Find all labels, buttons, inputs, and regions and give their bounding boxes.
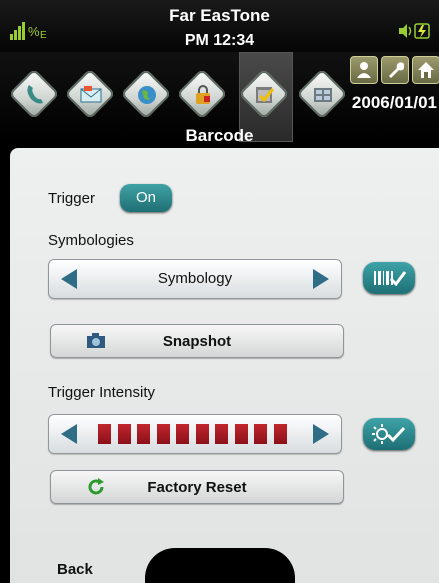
intensity-segment xyxy=(137,424,150,444)
messaging-app-icon[interactable] xyxy=(64,68,116,120)
snapshot-label: Snapshot xyxy=(162,333,232,350)
factory-reset-button[interactable]: Factory Reset xyxy=(50,470,344,504)
trigger-toggle[interactable]: On xyxy=(120,184,172,212)
barcode-app-icon[interactable] xyxy=(238,68,290,120)
intensity-segment xyxy=(254,424,267,444)
speaker-icon xyxy=(399,23,430,39)
bottom-notch xyxy=(145,548,295,583)
trigger-label: Trigger xyxy=(48,190,95,207)
intensity-segment xyxy=(234,424,248,444)
symbologies-label: Symbologies xyxy=(48,232,134,249)
phone-app-icon[interactable] xyxy=(8,68,60,120)
next-arrow-icon[interactable] xyxy=(313,269,329,289)
snapshot-button[interactable]: Snapshot xyxy=(50,324,344,358)
intensity-segment xyxy=(98,424,111,444)
intensity-level-bar xyxy=(98,424,298,444)
brightness-check-button[interactable] xyxy=(363,418,415,450)
security-app-icon[interactable] xyxy=(176,68,228,120)
intensity-segment xyxy=(195,424,209,444)
intensity-segment xyxy=(117,424,131,444)
decrease-arrow-icon[interactable] xyxy=(61,424,77,444)
date-display: 2006/01/01 xyxy=(351,93,437,112)
back-button[interactable]: Back xyxy=(57,561,93,578)
intensity-segment xyxy=(176,424,189,444)
intensity-segment xyxy=(273,424,287,444)
intensity-segment xyxy=(156,424,170,444)
internet-app-icon[interactable] xyxy=(120,68,172,120)
factory-reset-label: Factory Reset xyxy=(147,479,247,496)
clock-time: PM 12:34 xyxy=(184,32,255,49)
carrier-name: Far EasTone xyxy=(169,6,270,25)
increase-arrow-icon[interactable] xyxy=(313,424,329,444)
brightness-check-icon xyxy=(372,424,406,444)
wrench-icon[interactable] xyxy=(381,56,409,84)
symbology-value: Symbology xyxy=(157,270,233,287)
user-icon[interactable] xyxy=(350,56,378,84)
content-panel xyxy=(10,148,439,583)
barcode-check-button[interactable] xyxy=(363,262,415,294)
intensity-segment xyxy=(215,424,228,444)
device-screen: % E Far EasTone PM 12:34 2006/01/01 Barc… xyxy=(0,0,439,583)
home-icon[interactable] xyxy=(412,56,439,84)
symbology-selector[interactable]: Symbology xyxy=(48,259,342,299)
settings-app-icon[interactable] xyxy=(296,68,348,120)
trigger-intensity-label: Trigger Intensity xyxy=(48,384,155,401)
barcode-check-icon xyxy=(374,271,407,287)
page-title: Barcode xyxy=(185,126,254,145)
